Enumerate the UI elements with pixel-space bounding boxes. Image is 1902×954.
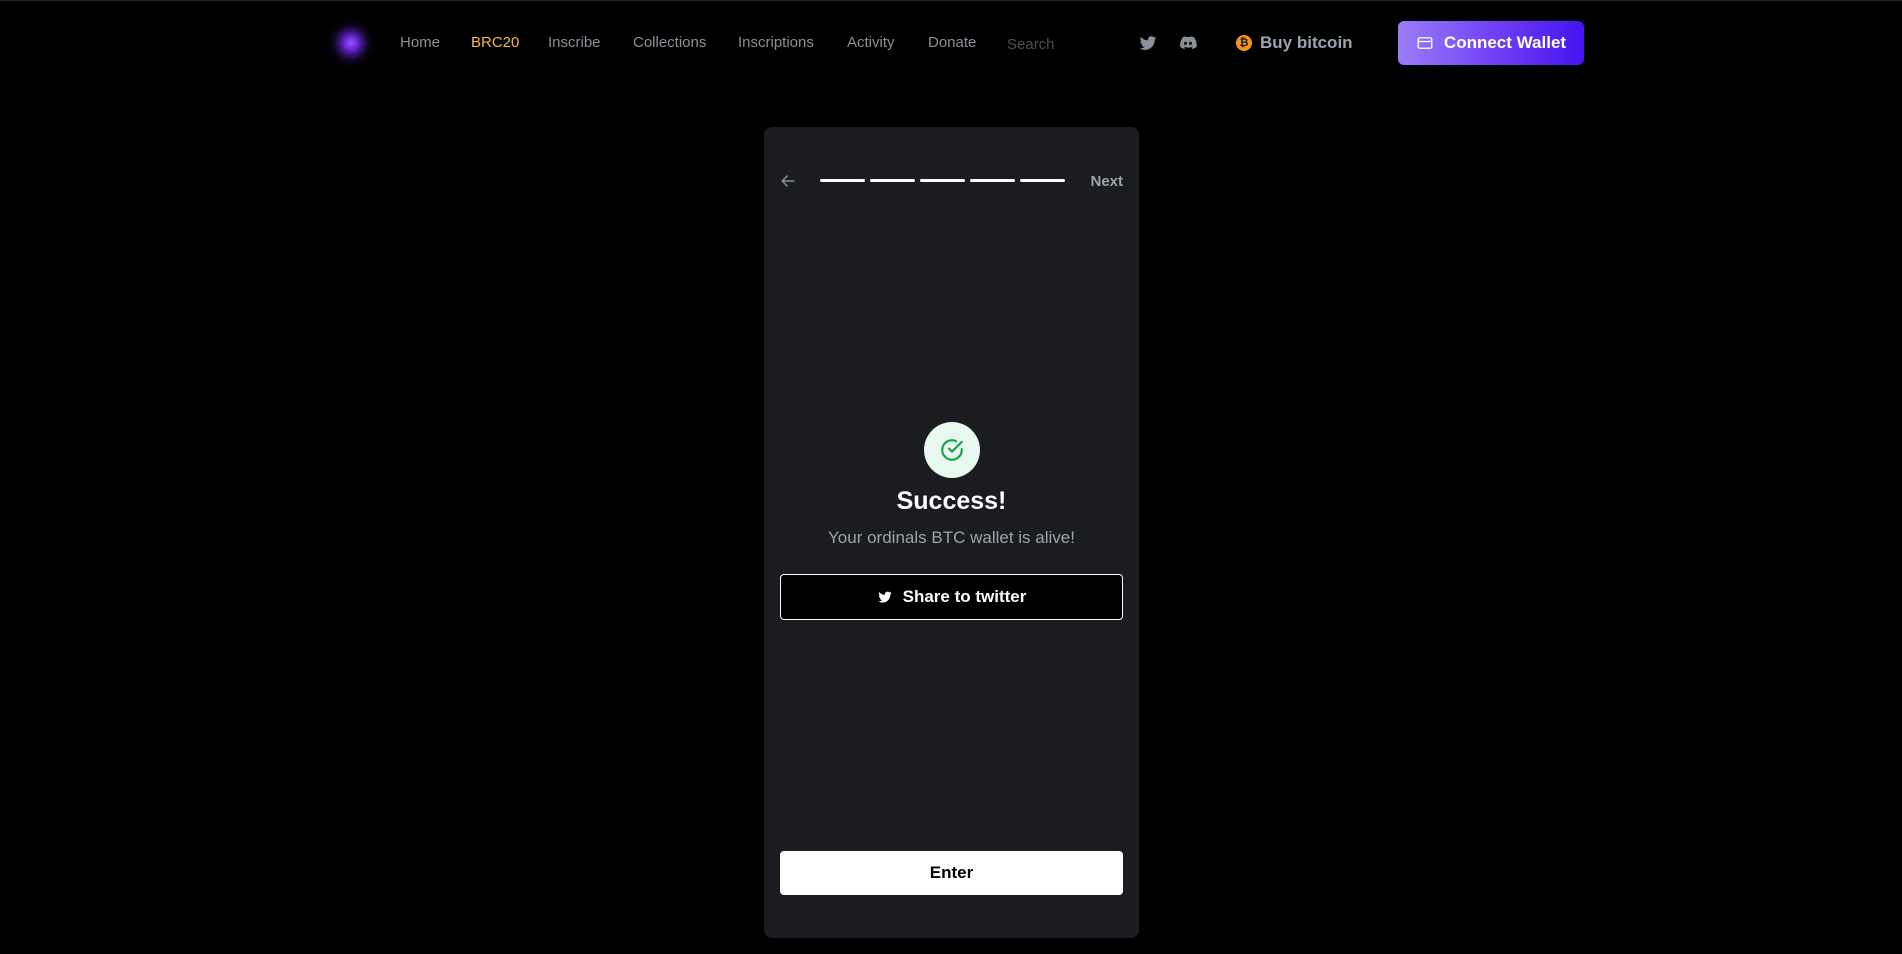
discord-icon[interactable] <box>1178 33 1198 53</box>
success-subtitle: Your ordinals BTC wallet is alive! <box>828 528 1075 547</box>
nav-collections[interactable]: Collections <box>633 34 706 52</box>
progress-segment <box>870 179 915 182</box>
nav-activity[interactable]: Activity <box>847 34 895 52</box>
wallet-setup-card: Next Success! Your ordinals BTC wallet i… <box>764 127 1139 938</box>
share-to-twitter-label: Share to twitter <box>902 587 1027 606</box>
buy-bitcoin-label: Buy bitcoin <box>1260 33 1353 52</box>
logo-orb-icon[interactable] <box>335 27 367 59</box>
site-header: Home BRC20 Inscribe Collections Inscript… <box>0 0 1902 86</box>
twitter-icon[interactable] <box>1138 33 1158 53</box>
next-button[interactable]: Next <box>1090 173 1123 190</box>
search-input[interactable] <box>1005 31 1119 57</box>
bitcoin-icon: ₿ <box>1236 35 1252 51</box>
enter-button[interactable]: Enter <box>780 851 1123 895</box>
buy-bitcoin-button[interactable]: ₿ Buy bitcoin <box>1236 31 1353 55</box>
connect-wallet-button[interactable]: Connect Wallet <box>1398 21 1584 65</box>
nav-inscribe[interactable]: Inscribe <box>548 34 601 52</box>
share-to-twitter-button[interactable]: Share to twitter <box>780 574 1123 620</box>
check-circle-icon <box>941 439 963 461</box>
success-title: Success! <box>896 487 1007 515</box>
nav-brc20[interactable]: BRC20 <box>471 34 519 52</box>
connect-wallet-label: Connect Wallet <box>1443 33 1567 52</box>
progress-segment <box>970 179 1015 182</box>
nav-home[interactable]: Home <box>400 34 440 52</box>
nav-donate[interactable]: Donate <box>928 34 976 52</box>
nav-inscriptions[interactable]: Inscriptions <box>738 34 814 52</box>
progress-segment <box>1020 179 1065 182</box>
twitter-icon <box>877 591 892 603</box>
progress-segment <box>820 179 865 182</box>
step-progress <box>820 179 1065 182</box>
wallet-icon <box>1417 37 1433 49</box>
progress-segment <box>920 179 965 182</box>
arrow-left-icon[interactable] <box>778 171 798 191</box>
success-badge <box>924 422 980 478</box>
